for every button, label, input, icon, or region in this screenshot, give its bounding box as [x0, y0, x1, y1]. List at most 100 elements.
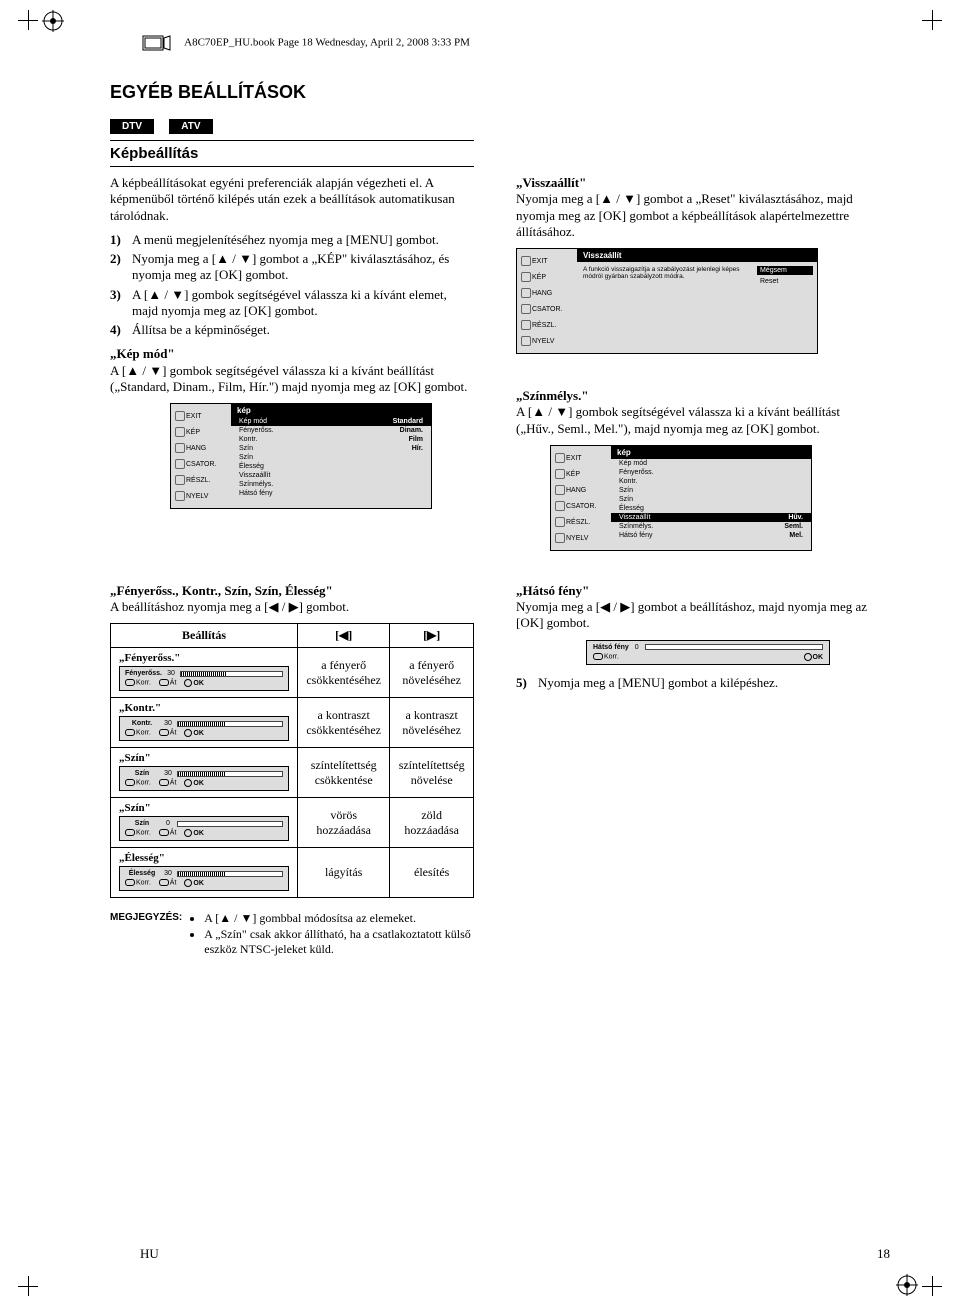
adj-title: „Fényerőss., Kontr., Szín, Szín, Élesség…	[110, 583, 333, 598]
registration-mark	[896, 1274, 918, 1296]
slider-box: Élesség30Korr.ÁtOK	[119, 866, 289, 891]
note-2: A „Szín" csak akkor állítható, ha a csat…	[204, 927, 474, 957]
adj-inc: a kontraszt növeléséhez	[390, 698, 474, 748]
szinmely-title: „Színmélys."	[516, 388, 589, 403]
badge-atv: ATV	[169, 119, 212, 134]
adj-inc: élesítés	[390, 848, 474, 898]
adj-head-right: [▶]	[390, 624, 474, 648]
osd-row: SzínHír.	[231, 444, 431, 453]
osd-side-item: HANG	[520, 286, 574, 300]
slider-value: 30	[163, 720, 173, 727]
adj-dec: a fényerő csökkentéséhez	[298, 648, 390, 698]
osd-szinmelys: EXITKÉPHANGCSATOR.RÉSZL.NYELVképKép módF…	[550, 445, 812, 551]
osd-reset: EXIT KÉP HANG CSATOR. RÉSZL. NYELV Visszaállít…	[516, 248, 818, 354]
adj-dec: vörös hozzáadása	[298, 798, 390, 848]
header-text: A8C70EP_HU.book Page 18 Wednesday, April…	[184, 37, 470, 49]
osd-row: Fényerőss.Dinam.	[231, 426, 431, 435]
osd-row: Kontr.Film	[231, 435, 431, 444]
registration-mark	[42, 10, 64, 32]
slider-value: 30	[166, 670, 176, 677]
slider-box: Fényerőss.30Korr.ÁtOK	[119, 666, 289, 691]
osd-title: kép	[611, 446, 811, 459]
osd-reset-confirm: Reset	[757, 277, 813, 286]
backlight-name: Hátsó fény	[593, 644, 629, 651]
slider-box: Szín0Korr.ÁtOK	[119, 816, 289, 841]
footer-lang: HU	[140, 1246, 159, 1262]
intro-text: A képbeállításokat egyéni preferenciák a…	[110, 175, 474, 224]
osd-row: Színmélys.Seml.	[611, 522, 811, 531]
subsection-title: Képbeállítás	[110, 140, 474, 167]
osd-side-item: KÉP	[554, 467, 608, 481]
osd-side-item: HANG	[554, 483, 608, 497]
osd-row: Hátsó fény	[231, 489, 431, 498]
osd-side-item: NYELV	[554, 531, 608, 545]
osd-side-item: EXIT	[520, 254, 574, 268]
adjustment-table: Beállítás[◀][▶] „Fényerőss." Fényerőss. 30 K…	[110, 623, 474, 898]
adj-dec: lágyítás	[298, 848, 390, 898]
slider-value: 30	[163, 870, 173, 877]
slider-name: Kontr.	[125, 720, 159, 727]
adj-inc: a fényerő növeléséhez	[390, 648, 474, 698]
slider-value: 0	[163, 820, 173, 827]
slider-name: Szín	[125, 770, 159, 777]
osd-kep-mode: EXITKÉPHANGCSATOR.RÉSZL.NYELVképKép módS…	[170, 403, 432, 509]
osd-reset-cancel: Mégsem	[757, 266, 813, 275]
osd-side-item: RÉSZL.	[554, 515, 608, 529]
reset-title: „Visszaállít"	[516, 175, 586, 190]
osd-side-item: NYELV	[520, 334, 574, 348]
osd-side-item: CSATOR.	[554, 499, 608, 513]
adj-inc: zöld hozzáadása	[390, 798, 474, 848]
osd-side-item: RÉSZL.	[520, 318, 574, 332]
step-2: Nyomja meg a [▲ / ▼] gombot a „KÉP" kivá…	[132, 251, 449, 282]
footer-page: 18	[877, 1246, 890, 1262]
kepmod-title: „Kép mód"	[110, 346, 175, 361]
badge-dtv: DTV	[110, 119, 154, 134]
osd-side-item: EXIT	[174, 409, 228, 423]
osd-row: Fényerőss.	[611, 468, 811, 477]
osd-side-item: KÉP	[174, 425, 228, 439]
backlight-korr: Korr.	[604, 653, 619, 660]
slider-value: 30	[163, 770, 173, 777]
osd-side-item: KÉP	[520, 270, 574, 284]
adj-inc: színtelítettség növelése	[390, 748, 474, 798]
adj-head-setting: Beállítás	[111, 624, 298, 648]
osd-row: Szín	[611, 495, 811, 504]
slider-name: Élesség	[125, 870, 159, 877]
osd-side-item: RÉSZL.	[174, 473, 228, 487]
step-5: Nyomja meg a [MENU] gombot a kilépéshez.	[538, 675, 778, 690]
adj-row-quote: „Szín"	[119, 802, 289, 814]
note-1: A [▲ / ▼] gombbal módosítsa az elemeket.	[204, 911, 474, 926]
step-3: A [▲ / ▼] gombok segítségével válassza k…	[132, 287, 447, 318]
backlight-value: 0	[635, 644, 639, 651]
osd-row: Színmélys.	[231, 480, 431, 489]
adj-row-quote: „Élesség"	[119, 852, 289, 864]
reset-text: Nyomja meg a [▲ / ▼] gombot a „Reset" ki…	[516, 191, 853, 239]
adj-head-left: [◀]	[298, 624, 390, 648]
slider-name: Fényerőss.	[125, 670, 162, 677]
osd-reset-title: Visszaállít	[577, 249, 817, 262]
osd-side-item: CSATOR.	[520, 302, 574, 316]
note-label: MEGJEGYZÉS:	[110, 910, 182, 958]
backlight-ok: OK	[813, 653, 824, 660]
osd-row: Kép módStandard	[231, 417, 431, 426]
szinmely-text: A [▲ / ▼] gombok segítségével válassza k…	[516, 404, 840, 435]
page-header: A8C70EP_HU.book Page 18 Wednesday, April…	[142, 34, 890, 52]
osd-row: Élesség	[231, 462, 431, 471]
osd-row: Szín	[611, 486, 811, 495]
osd-row: Visszaállít	[231, 471, 431, 480]
adj-text: A beállításhoz nyomja meg a [◀ / ▶] gomb…	[110, 599, 349, 614]
osd-side-item: CSATOR.	[174, 457, 228, 471]
slider-name: Szín	[125, 820, 159, 827]
hatso-title: „Hátsó fény"	[516, 583, 589, 598]
osd-row: Szín	[231, 453, 431, 462]
step-1: A menü megjelenítéséhez nyomja meg a [ME…	[132, 232, 439, 247]
osd-title: kép	[231, 404, 431, 417]
adj-dec: színtelítettség csökkentése	[298, 748, 390, 798]
adj-row-quote: „Fényerőss."	[119, 652, 289, 664]
kepmod-text: A [▲ / ▼] gombok segítségével válassza k…	[110, 363, 467, 394]
osd-row: Kontr.	[611, 477, 811, 486]
slider-box: Szín30Korr.ÁtOK	[119, 766, 289, 791]
hatso-text: Nyomja meg a [◀ / ▶] gombot a beállításh…	[516, 599, 867, 630]
osd-side-item: EXIT	[554, 451, 608, 465]
osd-reset-msg: A funkció visszaigazítja a szabályozást …	[577, 262, 753, 290]
